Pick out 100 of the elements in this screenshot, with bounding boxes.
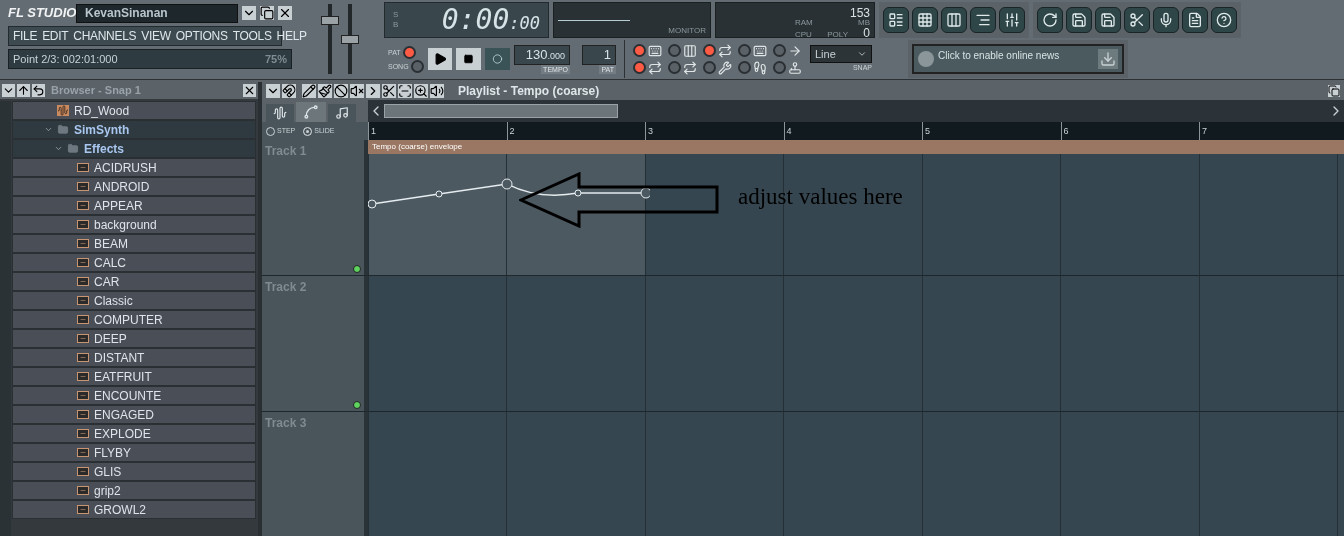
file-name[interactable]: ACIDRUSH: [94, 161, 157, 174]
radio-button[interactable]: [303, 126, 313, 136]
preset-icon: [77, 448, 89, 457]
stop-icon[interactable]: [456, 48, 482, 70]
file-name[interactable]: EATFRUIT: [94, 370, 152, 383]
folder-name[interactable]: SimSynth: [74, 123, 130, 136]
cpu-label: CPU: [795, 31, 812, 39]
file-name[interactable]: DEEP: [94, 332, 127, 345]
menu-icon[interactable]: [2, 84, 15, 97]
file-name[interactable]: background: [94, 218, 157, 231]
audio-tab-icon[interactable]: [266, 104, 294, 122]
tool-button-icon[interactable]: [1095, 7, 1121, 33]
file-name[interactable]: CALC: [94, 256, 126, 269]
option-icon: [718, 43, 732, 58]
file-name[interactable]: ENGAGED: [94, 408, 154, 421]
led-toggle[interactable]: [633, 61, 646, 74]
led-toggle[interactable]: [668, 61, 681, 74]
led-toggle[interactable]: [633, 44, 646, 57]
pattern-tab-icon[interactable]: [328, 104, 356, 122]
file-name[interactable]: CAR: [94, 275, 120, 288]
menu-item[interactable]: TOOLS: [232, 30, 272, 42]
waveform-icon: [57, 105, 69, 116]
back-icon[interactable]: [32, 84, 45, 97]
file-name[interactable]: GLIS: [94, 465, 122, 478]
file-name[interactable]: EXPLODE: [94, 427, 151, 440]
led-toggle[interactable]: [703, 44, 716, 57]
close-icon[interactable]: [243, 84, 256, 97]
file-name[interactable]: grip2: [94, 484, 121, 497]
preset-icon: [77, 372, 89, 381]
tool-icon[interactable]: [398, 84, 412, 98]
file-name[interactable]: Classic: [94, 294, 133, 307]
pattern-display[interactable]: 1: [582, 44, 616, 65]
led-toggle[interactable]: [410, 59, 424, 73]
tool-icon[interactable]: [318, 84, 332, 98]
tool-button-icon[interactable]: [1182, 7, 1208, 33]
ram-label: RAM: [795, 19, 813, 27]
track-lane[interactable]: [368, 154, 1344, 275]
file-name[interactable]: ENCOUNTE: [94, 389, 162, 402]
automation-tab-icon[interactable]: [296, 102, 326, 122]
file-name[interactable]: FLYBY: [94, 446, 132, 459]
menu-item[interactable]: VIEW: [141, 30, 171, 42]
folder-name[interactable]: Effects: [84, 142, 124, 155]
led-toggle[interactable]: [773, 61, 786, 74]
menu-item[interactable]: OPTIONS: [175, 30, 228, 42]
file-name[interactable]: BEAM: [94, 237, 128, 250]
menu-item[interactable]: FILE: [13, 30, 38, 42]
tool-button-icon[interactable]: [1066, 7, 1092, 33]
led-icon[interactable]: [353, 401, 361, 409]
tool-icon[interactable]: [382, 84, 396, 98]
dropdown-icon[interactable]: [242, 6, 256, 20]
menu-item[interactable]: EDIT: [42, 30, 69, 42]
tool-button-icon[interactable]: [1124, 7, 1150, 33]
volume-slider[interactable]: [321, 4, 339, 74]
window-button-icon[interactable]: [883, 7, 909, 33]
file-name[interactable]: COMPUTER: [94, 313, 163, 326]
file-name[interactable]: RD_Wood: [74, 104, 130, 117]
news-panel[interactable]: Click to enable online news: [912, 44, 1124, 74]
window-button-icon[interactable]: [999, 7, 1025, 33]
file-name[interactable]: GROWL2: [94, 503, 146, 516]
tool-button-icon[interactable]: [1211, 7, 1237, 33]
file-name[interactable]: ANDROID: [94, 180, 150, 193]
time-mode[interactable]: B: [393, 21, 399, 29]
led-icon[interactable]: [353, 265, 361, 273]
hint-text: Point 2/3: 002:01:000: [13, 51, 118, 67]
envelope-clip-header[interactable]: Tempo (coarse) envelope: [368, 140, 1344, 154]
window-button-icon[interactable]: [970, 7, 996, 33]
tool-icon[interactable]: [302, 84, 316, 98]
close-icon[interactable]: [278, 6, 292, 20]
magnet-icon[interactable]: [282, 84, 296, 98]
tool-icon[interactable]: [366, 84, 380, 98]
pitch-slider[interactable]: [341, 4, 359, 74]
led-toggle[interactable]: [738, 44, 751, 57]
led-toggle[interactable]: [738, 61, 751, 74]
led-toggle[interactable]: [402, 45, 416, 59]
tool-button-icon[interactable]: [1153, 7, 1179, 33]
detach-icon[interactable]: [1328, 85, 1340, 97]
time-mode[interactable]: S: [393, 11, 399, 19]
tool-icon[interactable]: [430, 84, 444, 98]
tool-icon[interactable]: [414, 84, 428, 98]
menu-item[interactable]: CHANNELS: [73, 30, 137, 42]
snap-select[interactable]: Line: [810, 45, 872, 63]
expanded-icon[interactable]: [44, 125, 53, 134]
play-icon[interactable]: [427, 48, 453, 70]
tool-icon[interactable]: [334, 84, 348, 98]
up-icon[interactable]: [17, 84, 30, 97]
expanded-icon[interactable]: [54, 144, 63, 153]
tempo-display[interactable]: 130.000: [514, 44, 570, 65]
file-name[interactable]: APPEAR: [94, 199, 143, 212]
led-toggle[interactable]: [773, 44, 786, 57]
led-toggle[interactable]: [703, 61, 716, 74]
horizontal-scrollbar[interactable]: [384, 104, 618, 118]
restore-icon[interactable]: [260, 6, 274, 20]
menu-icon[interactable]: [266, 84, 280, 98]
window-button-icon[interactable]: [912, 7, 938, 33]
file-name[interactable]: DISTANT: [94, 351, 145, 364]
tool-icon[interactable]: [350, 84, 364, 98]
option-icon: [683, 60, 697, 75]
led-toggle[interactable]: [668, 44, 681, 57]
window-button-icon[interactable]: [941, 7, 967, 33]
tool-button-icon[interactable]: [1037, 7, 1063, 33]
